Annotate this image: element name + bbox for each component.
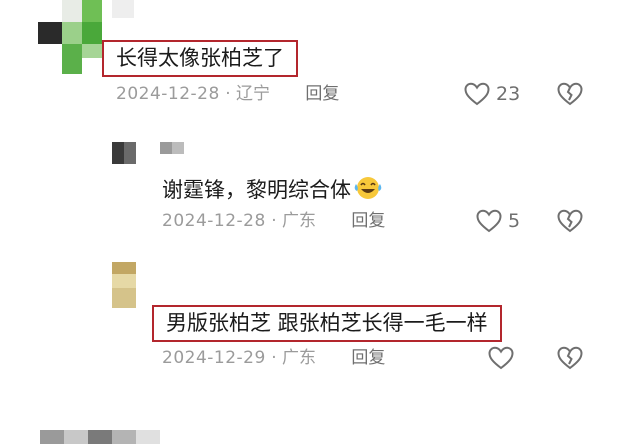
like-count: 23 (496, 83, 521, 105)
meta-separator: · (271, 348, 277, 368)
dislike-button[interactable] (557, 209, 583, 233)
avatar[interactable] (112, 142, 184, 164)
comment-text: 谢霆锋，黎明综合体 (162, 175, 383, 205)
comment-location: 广东 (282, 211, 317, 231)
dislike-button[interactable] (557, 82, 583, 106)
reply-button[interactable]: 回复 (351, 348, 385, 368)
meta-separator: · (225, 84, 231, 104)
avatar[interactable] (38, 0, 102, 74)
like-button[interactable] (488, 346, 520, 370)
comment-location: 广东 (282, 348, 317, 368)
like-button[interactable]: 23 (464, 82, 520, 106)
avatar[interactable] (40, 430, 160, 444)
comment-meta: 2024-12-28 · 广东 回复 (162, 213, 385, 230)
comment-meta: 2024-12-29 · 广东 回复 (162, 350, 385, 367)
broken-heart-icon (557, 82, 583, 106)
broken-heart-icon (557, 346, 583, 370)
comment-text: 男版张柏芝 跟张柏芝长得一毛一样 (152, 305, 502, 342)
comment-date: 2024-12-28 (162, 211, 266, 231)
comment-meta: 2024-12-28 · 辽宁 回复 (116, 86, 339, 103)
reply-button[interactable]: 回复 (305, 84, 339, 104)
comment-date: 2024-12-29 (162, 348, 266, 368)
laughing-crying-emoji-icon (353, 175, 383, 205)
avatar[interactable] (112, 262, 136, 308)
like-count: 5 (508, 210, 521, 232)
heart-icon (476, 209, 502, 233)
heart-icon (488, 346, 514, 370)
meta-separator: · (271, 211, 277, 231)
comment-date: 2024-12-28 (116, 84, 220, 104)
reply-button[interactable]: 回复 (351, 211, 385, 231)
broken-heart-icon (557, 209, 583, 233)
avatar-fragment (112, 0, 134, 18)
comment-text: 长得太像张柏芝了 (102, 40, 298, 77)
comment-location: 辽宁 (236, 84, 271, 104)
like-button[interactable]: 5 (476, 209, 520, 233)
heart-icon (464, 82, 490, 106)
dislike-button[interactable] (557, 346, 583, 370)
